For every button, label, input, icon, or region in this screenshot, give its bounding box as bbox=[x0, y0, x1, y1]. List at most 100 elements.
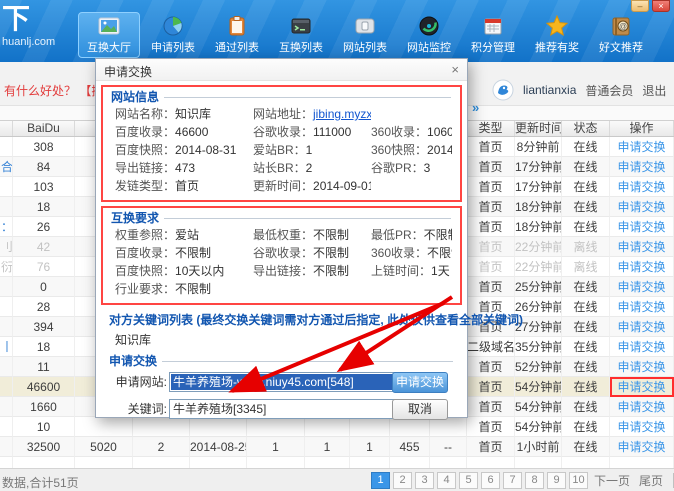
table-cell: 394 bbox=[13, 317, 75, 337]
table-cell: 18分钟前 bbox=[515, 197, 562, 217]
table-row: 32500 5020 2 2014-08-25 1 1 1 455 -- 首页 1小时前 在线 申请交换 bbox=[0, 437, 674, 457]
apply-exchange-link[interactable]: 申请交换 bbox=[617, 320, 665, 334]
requirements-field: 行业要求：不限制 bbox=[115, 280, 253, 298]
site-info-section: 网站信息 网站名称：知识库网站地址：jibing.myzx.cn百度收录：466… bbox=[101, 85, 462, 202]
table-cell: 申请交换 bbox=[610, 437, 674, 457]
pagination: 12345678910下一页尾页跳转 bbox=[371, 472, 674, 489]
table-cell: 76 bbox=[13, 257, 75, 277]
dialog-titlebar[interactable]: 申请交换 × bbox=[96, 59, 467, 81]
hall-icon bbox=[98, 17, 120, 35]
table-cell: 18 bbox=[13, 337, 75, 357]
table-cell: 二级域名 bbox=[467, 337, 515, 357]
site-info-field: 更新时间：2014-09-01 bbox=[253, 177, 371, 195]
field-value: 不限制 bbox=[313, 246, 350, 260]
table-cell: 首页 bbox=[467, 237, 515, 257]
apply-exchange-button[interactable]: 申请交换 bbox=[392, 372, 448, 393]
nav-item-terminal[interactable]: 互换列表 bbox=[270, 12, 332, 58]
field-value: 2014-09-01 bbox=[313, 179, 371, 193]
keyword-select[interactable]: 牛羊养殖场[3345] ▼ bbox=[169, 399, 411, 419]
table-cell: 离线 bbox=[562, 257, 610, 277]
page-button-1[interactable]: 1 bbox=[371, 472, 390, 489]
table-cell: 在线 bbox=[562, 197, 610, 217]
apply-exchange-link[interactable]: 申请交换 bbox=[617, 220, 665, 234]
nav-item-clipboard[interactable]: 通过列表 bbox=[206, 12, 268, 58]
nav-item-monitor[interactable]: 网站监控 bbox=[398, 12, 460, 58]
page-button-3[interactable]: 3 bbox=[415, 472, 434, 489]
logout-link[interactable]: 退出 bbox=[642, 82, 666, 99]
nav-item-label: 通过列表 bbox=[215, 42, 259, 54]
table-cell bbox=[0, 317, 13, 337]
nav-item-hall[interactable]: 互换大厅 bbox=[78, 12, 140, 58]
table-cell: 首页 bbox=[467, 137, 515, 157]
table-cell bbox=[0, 177, 13, 197]
table-cell: 在线 bbox=[562, 297, 610, 317]
apply-exchange-link[interactable]: 申请交换 bbox=[617, 440, 665, 454]
field-value: 不限制 bbox=[175, 282, 212, 296]
apply-site-select[interactable]: 牛羊养殖场-www.niuy45.com[548] ▼ bbox=[169, 372, 411, 392]
field-value: 2014-08-31 bbox=[175, 143, 237, 157]
field-label: 更新时间： bbox=[253, 179, 314, 193]
cancel-button[interactable]: 取消 bbox=[392, 399, 448, 420]
last-page-link[interactable]: 尾页 bbox=[639, 472, 663, 489]
table-cell: 在线 bbox=[562, 217, 610, 237]
apply-exchange-link[interactable]: 申请交换 bbox=[617, 400, 665, 414]
table-cell: 308 bbox=[13, 137, 75, 157]
page-button-8[interactable]: 8 bbox=[525, 472, 544, 489]
minimize-button[interactable]: – bbox=[631, 0, 649, 12]
calendar-icon bbox=[484, 18, 502, 35]
table-cell: 申请交换 bbox=[610, 157, 674, 177]
nav-item-star[interactable]: 推荐有奖 bbox=[526, 12, 588, 58]
site-info-field: 谷歌收录：111000 bbox=[253, 123, 371, 141]
nav-item-label: 申请列表 bbox=[151, 42, 195, 54]
nav-item-book[interactable]: @ 好文推荐 bbox=[590, 12, 652, 58]
table-cell: 42 bbox=[13, 237, 75, 257]
footer-bar: 数据,合计51页 12345678910下一页尾页跳转 bbox=[0, 468, 674, 491]
page-button-7[interactable]: 7 bbox=[503, 472, 522, 489]
apply-exchange-link[interactable]: 申请交换 bbox=[617, 240, 665, 254]
monitor-icon bbox=[419, 16, 439, 36]
table-cell: 在线 bbox=[562, 157, 610, 177]
apply-exchange-link[interactable]: 申请交换 bbox=[617, 140, 665, 154]
page-button-5[interactable]: 5 bbox=[459, 472, 478, 489]
table-cell: 离线 bbox=[562, 237, 610, 257]
table-cell: 32500 bbox=[13, 437, 75, 457]
page-button-6[interactable]: 6 bbox=[481, 472, 500, 489]
page-button-9[interactable]: 9 bbox=[547, 472, 566, 489]
table-cell: 11 bbox=[13, 357, 75, 377]
page-button-4[interactable]: 4 bbox=[437, 472, 456, 489]
apply-exchange-link[interactable]: 申请交换 bbox=[617, 360, 665, 374]
apply-exchange-link[interactable]: 申请交换 bbox=[617, 300, 665, 314]
nav-item-pie[interactable]: 申请列表 bbox=[142, 12, 204, 58]
table-cell: 52分钟前 bbox=[515, 357, 562, 377]
table-cell: 35分钟前 bbox=[515, 337, 562, 357]
page-button-10[interactable]: 10 bbox=[569, 472, 588, 489]
apply-exchange-link[interactable]: 申请交换 bbox=[617, 160, 665, 174]
page-button-2[interactable]: 2 bbox=[393, 472, 412, 489]
table-cell bbox=[0, 197, 13, 217]
table-cell: 1 bbox=[247, 437, 305, 457]
nav-item-label: 互换列表 bbox=[279, 42, 323, 54]
nav-item-calendar[interactable]: 积分管理 bbox=[462, 12, 524, 58]
apply-exchange-link[interactable]: 申请交换 bbox=[617, 200, 665, 214]
apply-exchange-link[interactable]: 申请交换 bbox=[617, 380, 665, 394]
site-url-link[interactable]: jibing.myzx.cn bbox=[313, 107, 371, 121]
nav-item-sitelist[interactable]: 网站列表 bbox=[334, 12, 396, 58]
close-window-button[interactable]: × bbox=[652, 0, 670, 12]
apply-exchange-link[interactable]: 申请交换 bbox=[617, 180, 665, 194]
table-header-cell: 状态 bbox=[562, 121, 610, 136]
apply-exchange-link[interactable]: 申请交换 bbox=[617, 280, 665, 294]
apply-exchange-link[interactable]: 申请交换 bbox=[617, 420, 665, 434]
table-cell: 在线 bbox=[562, 437, 610, 457]
table-cell: 首页 bbox=[467, 397, 515, 417]
apply-exchange-link[interactable]: 申请交换 bbox=[617, 260, 665, 274]
field-value: 不限制 bbox=[427, 246, 452, 260]
table-header-cell bbox=[0, 121, 13, 136]
requirements-field: 导出链接：不限制 bbox=[253, 262, 371, 280]
table-cell bbox=[0, 137, 13, 157]
field-value: 首页 bbox=[175, 179, 200, 193]
table-cell: 首页 bbox=[467, 437, 515, 457]
table-cell bbox=[0, 377, 13, 397]
dialog-close-icon[interactable]: × bbox=[451, 62, 459, 77]
apply-exchange-link[interactable]: 申请交换 bbox=[617, 340, 665, 354]
next-page-link[interactable]: 下一页 bbox=[594, 472, 630, 489]
